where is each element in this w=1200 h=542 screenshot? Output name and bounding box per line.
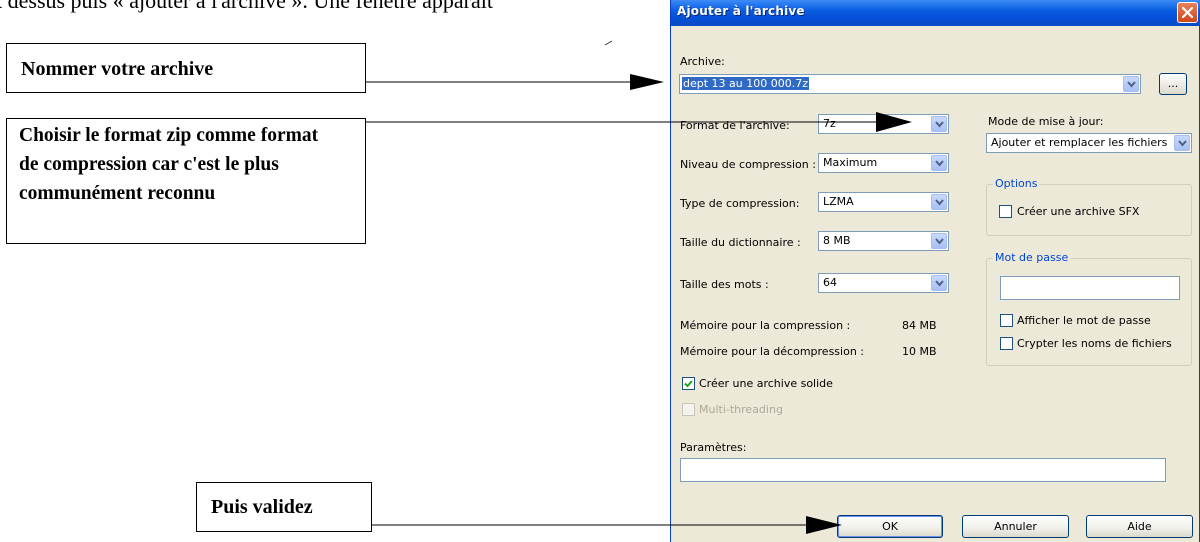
chevron-down-icon [1127,81,1136,88]
arrow-to-archive-name [366,74,664,90]
archive-name-dropdown-button[interactable] [1123,76,1139,92]
show-password-checkbox[interactable] [1000,314,1013,327]
dictionary-size-combo[interactable]: 8 MB [818,231,949,251]
word-size-combo[interactable]: 64 [818,273,949,293]
close-icon [1181,6,1194,19]
multithreading-label: Multi-threading [699,403,783,416]
solid-archive-checkbox[interactable] [682,377,695,390]
cancel-button-label: Annuler [994,520,1037,533]
password-legend: Mot de passe [993,251,1071,264]
password-groupbox: Mot de passe Afficher le mot de passe Cr… [986,251,1192,366]
archive-label: Archive: [680,55,725,68]
update-mode-dropdown-button[interactable] [1174,135,1190,151]
chevron-down-icon [935,121,944,128]
options-legend: Options [993,177,1040,190]
word-size-label: Taille des mots : [680,278,769,291]
add-to-archive-dialog: Ajouter à l'archive Archive: dept 13 au … [670,0,1200,542]
compression-level-dropdown-button[interactable] [931,155,947,171]
browse-button[interactable]: ... [1159,73,1187,95]
help-button[interactable]: Aide [1086,515,1193,538]
update-mode-value: Ajouter et remplacer les fichiers [991,136,1168,149]
encrypt-filenames-label: Crypter les noms de fichiers [1017,337,1172,350]
compression-type-label: Type de compression: [680,197,800,210]
format-value: 7z [823,117,836,130]
compression-level-label: Niveau de compression : [680,158,816,171]
compression-level-value: Maximum [823,156,878,169]
update-mode-label: Mode de mise à jour: [988,115,1104,128]
encrypt-filenames-checkbox[interactable] [1000,337,1013,350]
update-mode-combo[interactable]: Ajouter et remplacer les fichiers [986,133,1192,153]
callout-name-archive: Nommer votre archive [6,43,366,93]
chevron-down-icon [935,199,944,206]
stray-pen-mark [604,40,613,46]
multithreading-checkbox[interactable] [682,403,695,416]
document-top-text: t dessus puis « ajouter à l'archive ». U… [0,0,493,13]
dialog-titlebar[interactable]: Ajouter à l'archive [671,0,1200,26]
compression-type-dropdown-button[interactable] [931,194,947,210]
password-input[interactable] [1000,276,1180,300]
sfx-archive-checkbox[interactable] [999,205,1012,218]
sfx-archive-label: Créer une archive SFX [1017,205,1140,218]
archive-name-combo[interactable]: dept 13 au 100 000.7z [679,74,1141,94]
checkmark-icon [684,380,693,388]
parameters-label: Paramètres: [680,441,747,454]
dictionary-size-value: 8 MB [823,234,851,247]
format-label: Format de l'archive: [680,119,790,132]
memory-decompression-value: 10 MB [902,345,937,358]
help-button-label: Aide [1127,520,1152,533]
word-size-dropdown-button[interactable] [931,275,947,291]
close-button[interactable] [1177,2,1198,23]
options-groupbox: Options Créer une archive SFX [986,177,1192,236]
solid-archive-label: Créer une archive solide [699,377,833,390]
ok-button-label: OK [882,520,898,533]
chevron-down-icon [1178,140,1187,147]
show-password-label: Afficher le mot de passe [1017,314,1151,327]
chevron-down-icon [935,238,944,245]
memory-compression-label: Mémoire pour la compression : [680,319,851,332]
callout-name-archive-text: Nommer votre archive [21,58,214,80]
word-size-value: 64 [823,276,837,289]
format-combo[interactable]: 7z [818,114,949,134]
dictionary-size-label: Taille du dictionnaire : [680,236,801,249]
compression-level-combo[interactable]: Maximum [818,153,949,173]
browse-button-label: ... [1167,77,1179,90]
compression-type-value: LZMA [823,195,854,208]
memory-compression-value: 84 MB [902,319,937,332]
archive-name-value: dept 13 au 100 000.7z [682,77,810,90]
ok-button[interactable]: OK [837,515,943,538]
dialog-title: Ajouter à l'archive [677,4,805,18]
memory-decompression-label: Mémoire pour la décompression : [680,345,864,358]
format-dropdown-button[interactable] [931,116,947,132]
cancel-button[interactable]: Annuler [962,515,1069,538]
dictionary-size-dropdown-button[interactable] [931,233,947,249]
callout-validate: Puis validez [196,482,372,532]
chevron-down-icon [935,160,944,167]
callout-choose-format: Choisir le format zip comme format de co… [6,118,366,244]
chevron-down-icon [935,280,944,287]
compression-type-combo[interactable]: LZMA [818,192,949,212]
callout-validate-text: Puis validez [211,496,313,518]
callout-choose-format-text: Choisir le format zip comme format de co… [19,125,319,204]
parameters-input[interactable] [680,458,1166,482]
